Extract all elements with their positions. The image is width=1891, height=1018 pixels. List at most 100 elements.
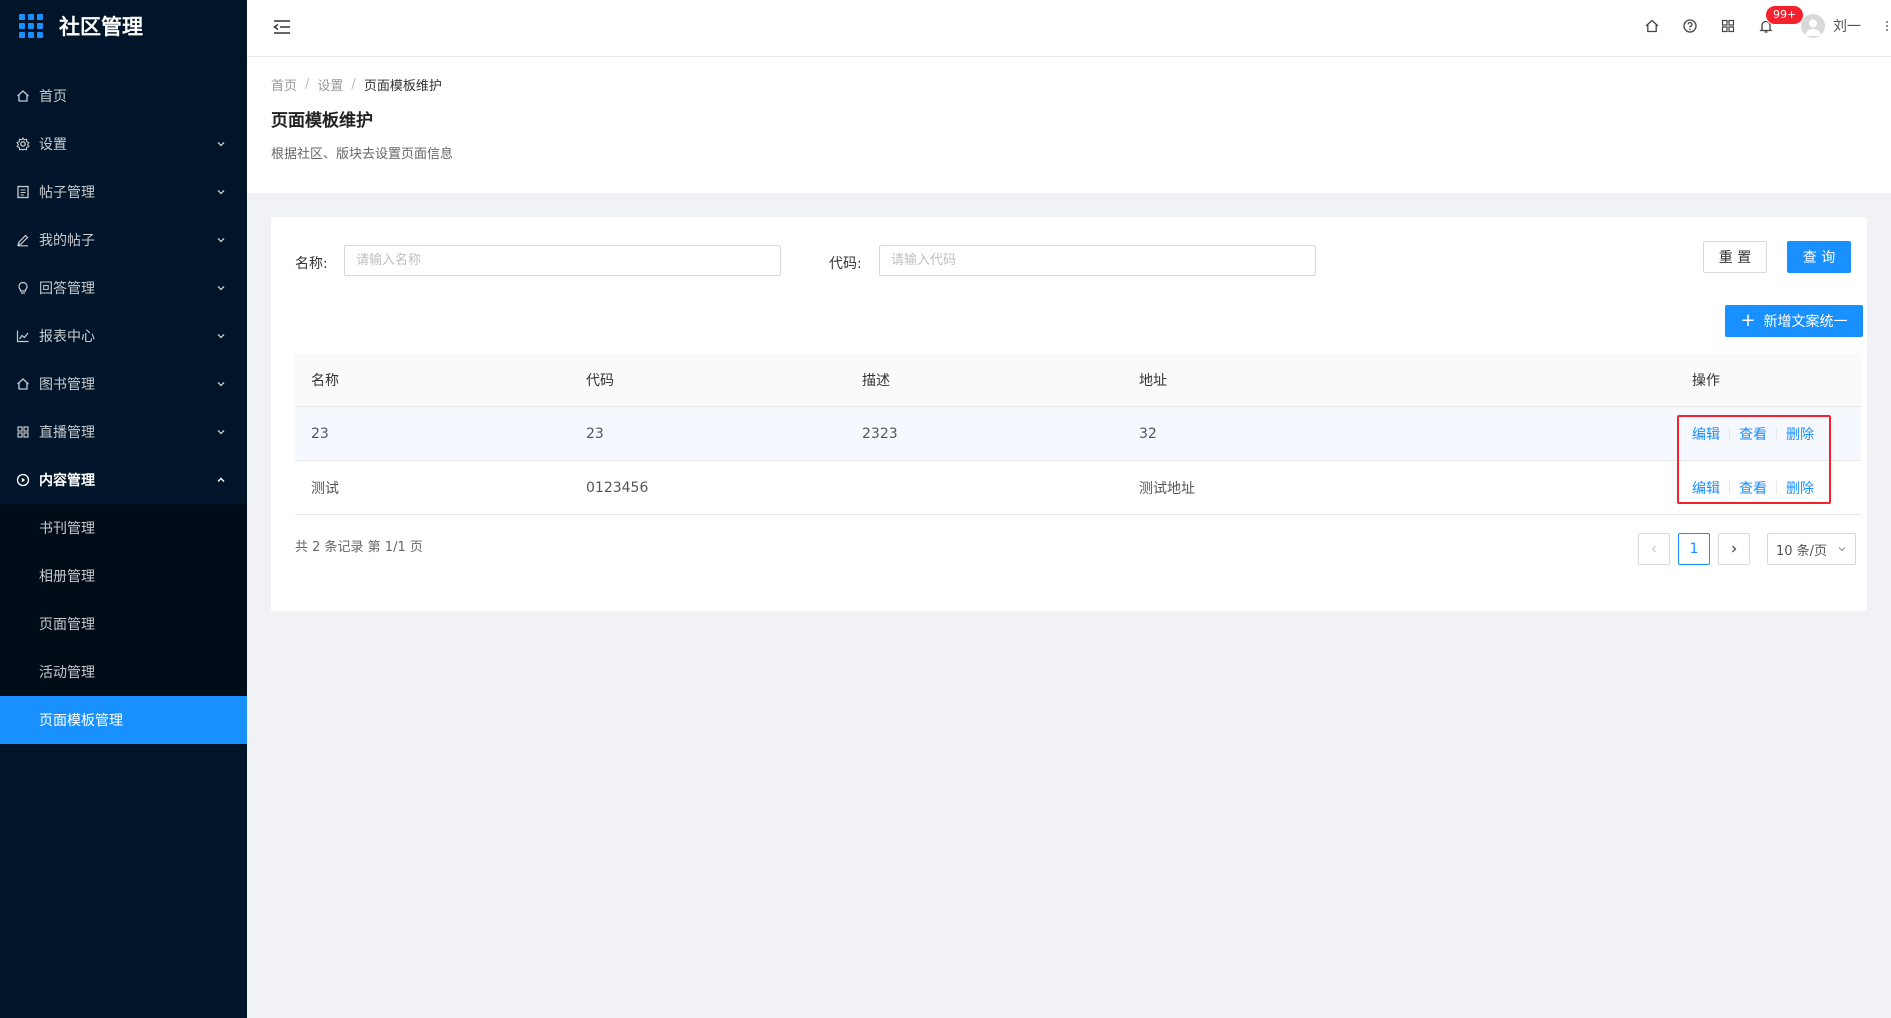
- pagination-summary: 共 2 条记录 第 1/1 页: [295, 540, 423, 555]
- page-header: 首页 / 设置 / 页面模板维护 页面模板维护 根据社区、版块去设置页面信息: [247, 57, 1891, 193]
- edit-link[interactable]: 编辑: [1692, 424, 1720, 444]
- help-icon[interactable]: [1671, 0, 1709, 52]
- breadcrumb: 首页 / 设置 / 页面模板维护: [271, 75, 442, 94]
- reset-button[interactable]: 重 置: [1703, 241, 1767, 273]
- prev-page-button[interactable]: [1638, 533, 1670, 565]
- sidebar-item-label: 我的帖子: [39, 233, 95, 249]
- name-input[interactable]: [344, 245, 781, 276]
- sidebar-item-label: 图书管理: [39, 377, 95, 393]
- delete-link[interactable]: 删除: [1786, 424, 1814, 444]
- content-card: 名称: 代码: 重 置 查 询 + 新增文案统一 名称 代码 描述 地址 操作 …: [271, 217, 1867, 611]
- sidebar-item-book-management[interactable]: 图书管理: [0, 360, 247, 408]
- add-button-label: 新增文案统一: [1763, 314, 1848, 330]
- sidebar-subitem-journal-management[interactable]: 书刊管理: [0, 504, 247, 552]
- chevron-up-icon: [215, 474, 227, 486]
- action-divider: [1729, 427, 1730, 440]
- page-size-value: 10 条/页: [1776, 543, 1828, 559]
- template-table: 名称 代码 描述 地址 操作 23 23 2323 32 编辑 查看 删除 测试…: [295, 353, 1861, 515]
- column-header-name[interactable]: 名称: [295, 370, 570, 390]
- sidebar-subitem-activity-management[interactable]: 活动管理: [0, 648, 247, 696]
- column-header-code[interactable]: 代码: [570, 370, 846, 390]
- action-divider: [1729, 481, 1730, 494]
- breadcrumb-separator: /: [305, 77, 310, 92]
- name-label: 名称:: [295, 256, 328, 272]
- home-icon: [14, 87, 32, 105]
- avatar: [1801, 14, 1825, 38]
- menu-fold-icon[interactable]: [271, 17, 293, 37]
- column-header-actions: 操作: [1692, 372, 1720, 389]
- home-icon: [14, 375, 32, 393]
- page-number-button[interactable]: 1: [1678, 533, 1710, 565]
- sidebar-item-settings[interactable]: 设置: [0, 120, 247, 168]
- sidebar-menu: 首页 设置 帖子管理 我的帖子 回答管理 报表中心 图书管理 直播管理 内容管理…: [0, 72, 247, 744]
- sidebar-item-report-center[interactable]: 报表中心: [0, 312, 247, 360]
- plus-icon: +: [1740, 310, 1756, 331]
- sidebar: 社区管理 首页 设置 帖子管理 我的帖子 回答管理 报表中心 图书管理 直播管理…: [0, 0, 247, 1018]
- sidebar-item-my-posts[interactable]: 我的帖子: [0, 216, 247, 264]
- bulb-icon: [14, 279, 32, 297]
- chevron-down-icon: [215, 426, 227, 438]
- notification-bell[interactable]: 99+: [1747, 0, 1805, 52]
- sidebar-item-post-management[interactable]: 帖子管理: [0, 168, 247, 216]
- row-actions: 编辑 查看 删除: [1676, 424, 1861, 444]
- sidebar-subitem-page-template-management[interactable]: 页面模板管理: [0, 696, 247, 744]
- code-label: 代码:: [829, 256, 862, 272]
- edit-icon: [14, 231, 32, 249]
- user-menu[interactable]: 刘一: [1801, 14, 1861, 38]
- edit-link[interactable]: 编辑: [1692, 478, 1720, 498]
- delete-link[interactable]: 删除: [1786, 478, 1814, 498]
- chevron-down-icon: [215, 138, 227, 150]
- sidebar-item-content-management[interactable]: 内容管理: [0, 456, 247, 504]
- sidebar-subitem-album-management[interactable]: 相册管理: [0, 552, 247, 600]
- add-template-button[interactable]: + 新增文案统一: [1725, 305, 1863, 337]
- page-title: 页面模板维护: [271, 111, 373, 131]
- sidebar-item-answer-management[interactable]: 回答管理: [0, 264, 247, 312]
- breadcrumb-separator: /: [351, 77, 356, 92]
- page-size-select[interactable]: 10 条/页: [1767, 533, 1856, 565]
- sidebar-item-label: 帖子管理: [39, 185, 95, 201]
- line-chart-icon: [14, 327, 32, 345]
- cell-description: 2323: [862, 425, 898, 442]
- sidebar-item-label: 内容管理: [39, 473, 95, 489]
- sidebar-item-label: 回答管理: [39, 281, 95, 297]
- app-logo[interactable]: 社区管理: [0, 0, 247, 52]
- next-page-button[interactable]: [1718, 533, 1750, 565]
- home-icon[interactable]: [1633, 0, 1671, 52]
- table-header-row: 名称 代码 描述 地址 操作: [295, 353, 1861, 407]
- notification-badge: 99+: [1765, 5, 1805, 25]
- code-input[interactable]: [879, 245, 1316, 276]
- breadcrumb-current: 页面模板维护: [363, 79, 442, 94]
- sidebar-item-home[interactable]: 首页: [0, 72, 247, 120]
- cell-address: 32: [1139, 425, 1157, 442]
- more-icon[interactable]: [1885, 20, 1889, 31]
- sidebar-item-label: 设置: [39, 137, 67, 153]
- gear-icon: [14, 135, 32, 153]
- breadcrumb-settings[interactable]: 设置: [317, 75, 343, 94]
- header-actions: 99+ 刘一: [1633, 0, 1861, 52]
- apps-icon[interactable]: [1709, 0, 1747, 52]
- apps-grid-icon: [19, 14, 43, 38]
- cell-code: 23: [586, 425, 604, 442]
- column-header-address[interactable]: 地址: [1123, 370, 1676, 390]
- chevron-right-icon: [1732, 545, 1737, 553]
- top-header: 99+ 刘一: [247, 0, 1891, 57]
- cell-name: 23: [311, 425, 329, 442]
- sidebar-item-live-management[interactable]: 直播管理: [0, 408, 247, 456]
- column-header-description[interactable]: 描述: [846, 370, 1123, 390]
- chevron-down-icon: [215, 186, 227, 198]
- breadcrumb-home[interactable]: 首页: [271, 75, 297, 94]
- table-row[interactable]: 测试 0123456 测试地址 编辑 查看 删除: [295, 461, 1861, 515]
- table-row[interactable]: 23 23 2323 32 编辑 查看 删除: [295, 407, 1861, 461]
- view-link[interactable]: 查看: [1739, 478, 1767, 498]
- query-button[interactable]: 查 询: [1787, 241, 1851, 273]
- grid-icon: [14, 423, 32, 441]
- chevron-down-icon: [215, 378, 227, 390]
- sidebar-item-label: 直播管理: [39, 425, 95, 441]
- cell-code: 0123456: [586, 479, 649, 496]
- content-submenu: 书刊管理 相册管理 页面管理 活动管理 页面模板管理: [0, 504, 247, 744]
- document-icon: [14, 183, 32, 201]
- view-link[interactable]: 查看: [1739, 424, 1767, 444]
- sidebar-subitem-page-management[interactable]: 页面管理: [0, 600, 247, 648]
- play-circle-icon: [14, 471, 32, 489]
- chevron-down-icon: [215, 234, 227, 246]
